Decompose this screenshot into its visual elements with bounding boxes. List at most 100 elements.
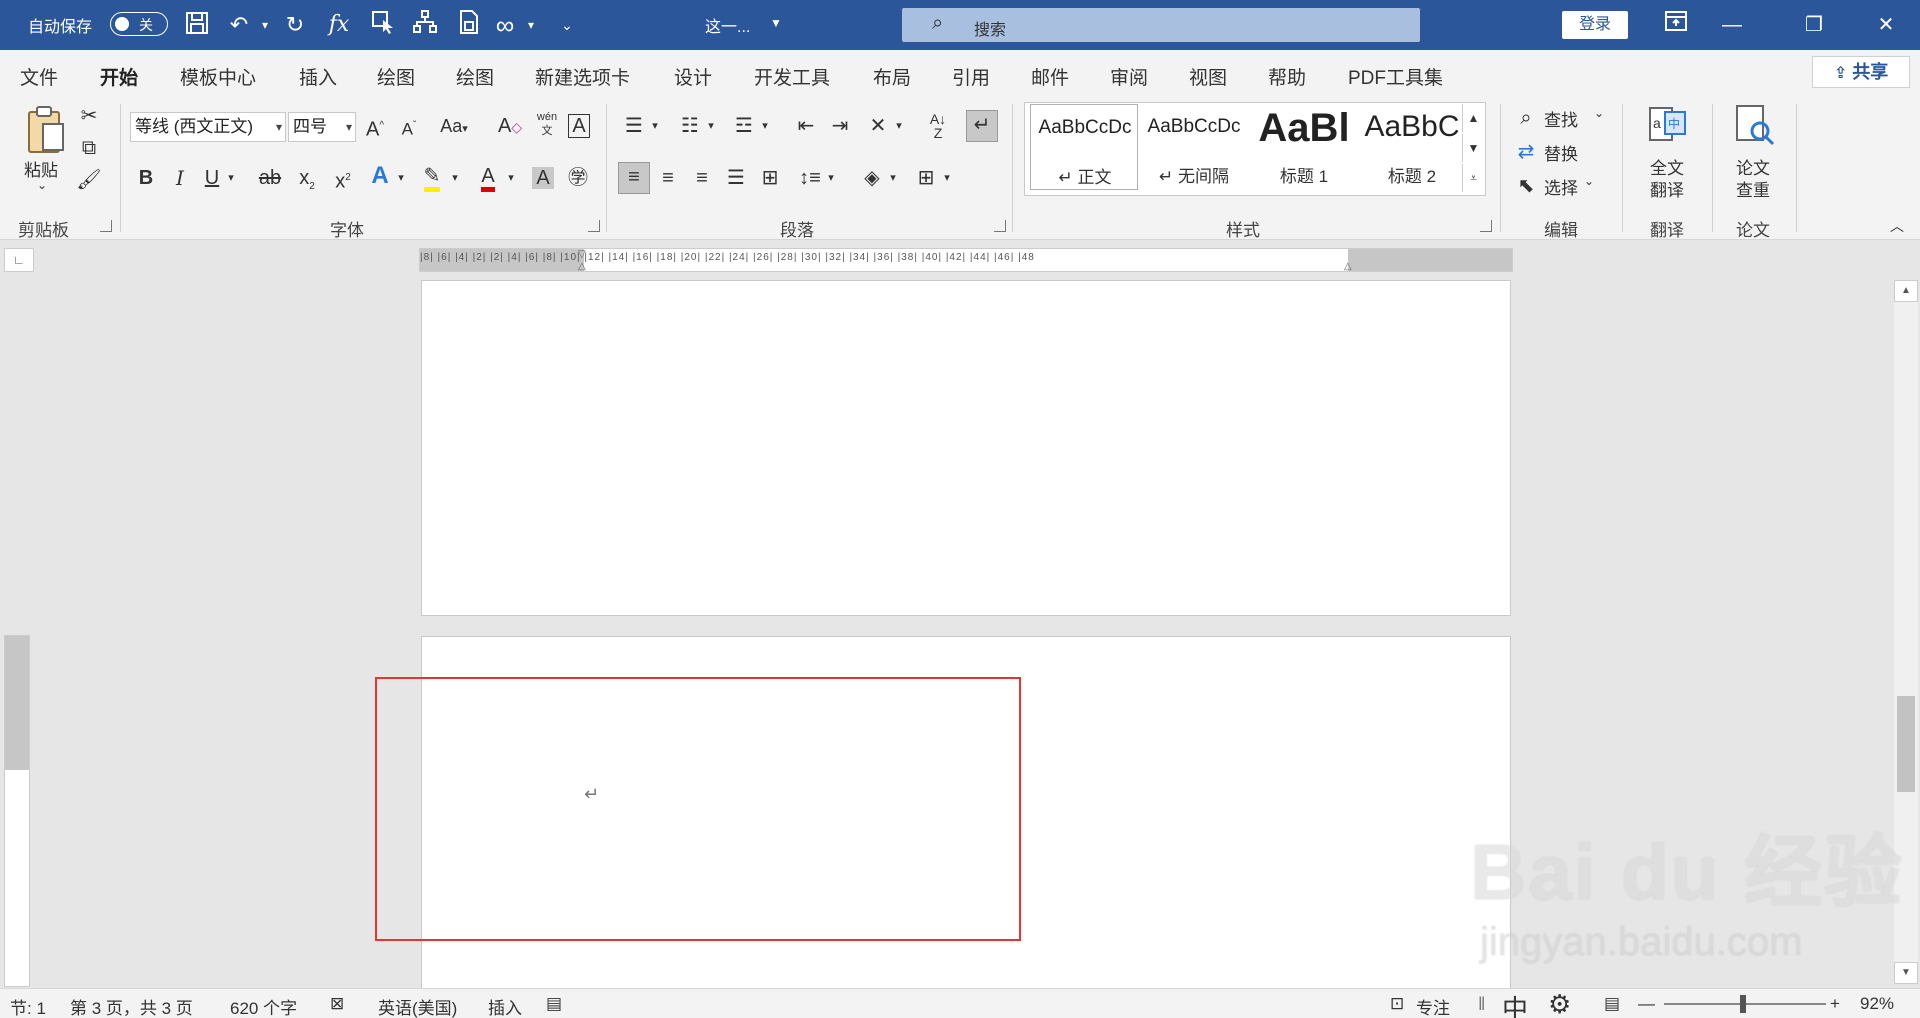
- text-effects-dropdown-icon[interactable]: ▾: [394, 164, 408, 192]
- paste-icon[interactable]: [22, 104, 68, 160]
- select-icon[interactable]: ⬉: [1514, 172, 1538, 200]
- underline-icon[interactable]: U: [200, 164, 224, 192]
- org-chart-icon[interactable]: [410, 10, 440, 40]
- clipboard-launcher-icon[interactable]: [100, 220, 112, 232]
- view-mode-icon[interactable]: ▤: [1604, 994, 1620, 1014]
- decrease-indent-icon[interactable]: ⇤: [792, 112, 820, 140]
- tab-mailings[interactable]: 邮件: [1031, 63, 1069, 90]
- shading-icon[interactable]: ◈: [858, 164, 886, 192]
- redo-icon[interactable]: ↻: [280, 10, 310, 40]
- tab-draw-2[interactable]: 绘图: [456, 63, 494, 90]
- zoom-slider-thumb[interactable]: [1740, 995, 1746, 1013]
- autosave-toggle[interactable]: 关: [110, 12, 168, 36]
- character-shading-icon[interactable]: A: [530, 164, 556, 192]
- font-launcher-icon[interactable]: [588, 220, 600, 232]
- distributed-icon[interactable]: ⊞: [756, 164, 784, 192]
- clear-formatting-icon[interactable]: A◇: [496, 112, 524, 141]
- find-button[interactable]: 查找: [1544, 106, 1578, 131]
- multilevel-dropdown-icon[interactable]: ▾: [758, 112, 772, 140]
- status-word-count[interactable]: 620 个字: [230, 994, 297, 1018]
- justify-icon[interactable]: ☰: [722, 164, 750, 192]
- line-spacing-icon[interactable]: ↕≡: [796, 164, 824, 192]
- zoom-in-icon[interactable]: +: [1830, 994, 1840, 1014]
- superscript-icon[interactable]: x2: [330, 164, 356, 196]
- font-color-icon[interactable]: A: [474, 162, 502, 192]
- focus-mode-button[interactable]: 专注: [1416, 994, 1450, 1018]
- paste-dropdown-icon[interactable]: ⌄: [37, 178, 47, 192]
- document-title[interactable]: 这一...: [705, 13, 750, 37]
- tab-review[interactable]: 审阅: [1110, 63, 1148, 90]
- style-heading-1[interactable]: AaBl 标题 1: [1250, 104, 1358, 190]
- translate-icon[interactable]: a中: [1646, 104, 1690, 148]
- title-dropdown-icon[interactable]: ▼: [770, 16, 782, 30]
- scroll-up-icon[interactable]: ▲: [1894, 280, 1918, 302]
- shading-dropdown-icon[interactable]: ▾: [886, 164, 900, 192]
- style-heading-2[interactable]: AaBbC 标题 2: [1358, 104, 1466, 190]
- replace-button[interactable]: 替换: [1544, 140, 1578, 165]
- tab-insert[interactable]: 插入: [299, 63, 337, 90]
- ime-mode[interactable]: 中: [1502, 989, 1528, 1018]
- tab-pdf-tools[interactable]: PDF工具集: [1348, 63, 1443, 90]
- status-language[interactable]: 英语(美国): [378, 994, 457, 1018]
- style-no-spacing[interactable]: AaBbCcDc ↵ 无间隔: [1140, 104, 1248, 190]
- italic-icon[interactable]: I: [168, 164, 192, 192]
- character-border-icon[interactable]: A: [566, 112, 592, 140]
- styles-scroll-down-icon[interactable]: ▼: [1462, 134, 1484, 162]
- select-objects-icon[interactable]: [368, 10, 398, 40]
- focus-icon[interactable]: ⊡: [1390, 994, 1404, 1014]
- horizontal-ruler[interactable]: |8| |6| |4| |2| |2| |4| |6| |8| |10| |12…: [419, 248, 1513, 272]
- zoom-slider[interactable]: [1664, 995, 1826, 1013]
- subscript-icon[interactable]: x2: [294, 164, 320, 201]
- tab-view[interactable]: 视图: [1189, 63, 1227, 90]
- align-right-icon[interactable]: ≡: [688, 164, 716, 192]
- text-effects-icon[interactable]: A: [366, 162, 394, 190]
- paragraph-launcher-icon[interactable]: [994, 220, 1006, 232]
- copy-icon[interactable]: ⧉: [76, 134, 102, 162]
- search-box[interactable]: ⌕ 搜索: [902, 8, 1420, 42]
- sort-icon[interactable]: A↓ Z: [924, 112, 952, 140]
- page-2[interactable]: [421, 280, 1511, 616]
- tab-layout[interactable]: 布局: [873, 63, 911, 90]
- login-button[interactable]: 登录: [1562, 11, 1628, 39]
- find-icon[interactable]: ⌕: [1514, 104, 1538, 132]
- tab-developer[interactable]: 开发工具: [754, 63, 830, 90]
- underline-dropdown-icon[interactable]: ▾: [224, 164, 238, 192]
- macro-record-icon[interactable]: ▤: [546, 994, 562, 1014]
- change-case-button[interactable]: Aa▾: [436, 112, 472, 143]
- font-color-dropdown-icon[interactable]: ▾: [504, 164, 518, 192]
- highlight-dropdown-icon[interactable]: ▾: [448, 164, 462, 192]
- strikethrough-icon[interactable]: ab: [256, 164, 284, 192]
- ime-settings-icon[interactable]: ⚙: [1548, 989, 1571, 1018]
- close-icon[interactable]: ✕: [1866, 10, 1906, 40]
- styles-launcher-icon[interactable]: [1480, 220, 1492, 232]
- paper-check-icon[interactable]: [1732, 104, 1776, 148]
- show-paragraph-marks-icon[interactable]: ↵: [966, 110, 998, 142]
- share-button[interactable]: ⇪ 共享: [1812, 56, 1910, 88]
- vertical-ruler[interactable]: [4, 635, 30, 987]
- infinity-dropdown-icon[interactable]: ▾: [516, 10, 546, 40]
- status-section[interactable]: 节: 1: [10, 994, 46, 1018]
- line-spacing-dropdown-icon[interactable]: ▾: [824, 164, 838, 192]
- collapse-ribbon-icon[interactable]: ︿: [1886, 212, 1908, 240]
- hanging-indent-marker[interactable]: △: [578, 261, 586, 272]
- numbering-dropdown-icon[interactable]: ▾: [704, 112, 718, 140]
- numbering-icon[interactable]: ☷: [676, 112, 704, 140]
- chinese-layout-dropdown-icon[interactable]: ▾: [892, 112, 906, 140]
- undo-dropdown-icon[interactable]: ▾: [250, 10, 280, 40]
- tab-templates[interactable]: 模板中心: [180, 63, 256, 90]
- ribbon-display-options-icon[interactable]: [1656, 10, 1696, 40]
- right-indent-marker[interactable]: △: [1344, 261, 1352, 272]
- replace-icon[interactable]: ⇄: [1514, 138, 1538, 166]
- full-translate-label-2[interactable]: 翻译: [1650, 176, 1684, 201]
- chinese-layout-icon[interactable]: ✕: [864, 112, 892, 140]
- tab-selector[interactable]: ∟: [4, 248, 34, 272]
- tab-design[interactable]: 设计: [674, 63, 712, 90]
- status-page[interactable]: 第 3 页，共 3 页: [70, 994, 193, 1018]
- formula-icon[interactable]: fx: [324, 10, 354, 40]
- phonetic-guide-icon[interactable]: wén 文: [534, 110, 560, 138]
- bold-icon[interactable]: B: [134, 164, 158, 192]
- align-center-icon[interactable]: ≡: [654, 164, 682, 192]
- tab-references[interactable]: 引用: [952, 63, 990, 90]
- align-left-icon[interactable]: ≡: [618, 162, 650, 194]
- styles-scroll-up-icon[interactable]: ▲: [1462, 104, 1484, 132]
